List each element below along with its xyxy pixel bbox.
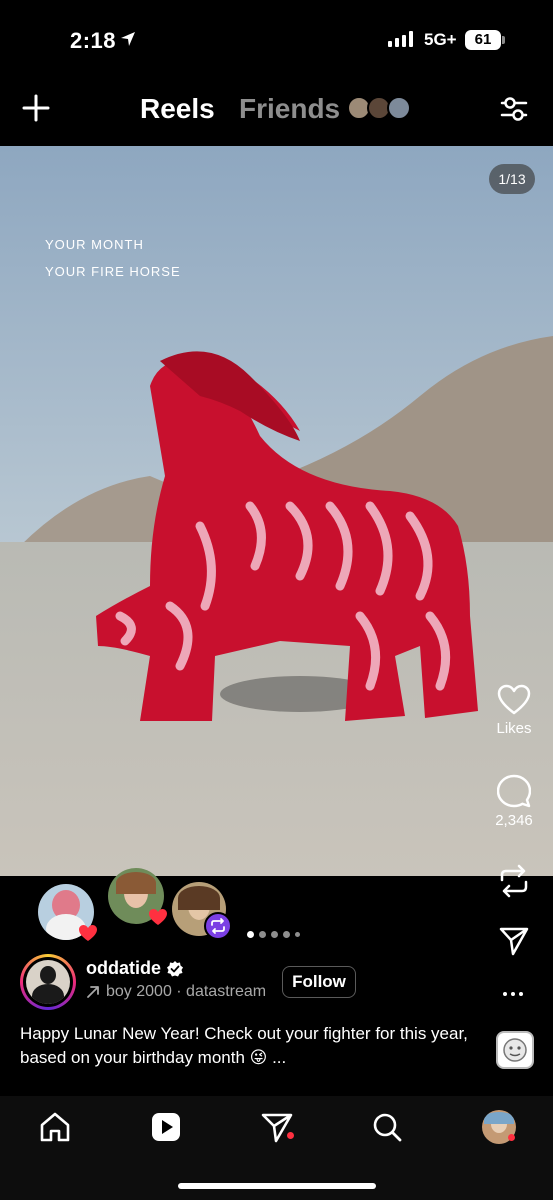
audio-face-icon (503, 1038, 527, 1062)
repost-badge-icon (204, 912, 232, 940)
repost-button[interactable] (484, 864, 544, 898)
trending-arrow-icon (87, 986, 99, 998)
likes-label: Likes (496, 720, 532, 737)
author-username[interactable]: oddatide (86, 958, 161, 979)
location-arrow-icon (121, 32, 135, 46)
follow-button[interactable]: Follow (282, 966, 356, 998)
heart-icon (497, 684, 531, 715)
messages-notification-dot (287, 1132, 294, 1139)
comment-button[interactable]: 2,346 (484, 774, 544, 829)
more-options-icon[interactable] (503, 992, 523, 996)
send-icon (499, 927, 529, 956)
author-avatar[interactable] (20, 954, 76, 1010)
reels-header: Reels Friends (0, 80, 553, 146)
friends-avatars[interactable] (347, 96, 417, 122)
verified-badge-icon (167, 961, 183, 977)
reel-media[interactable]: YOUR MONTH YOUR FIRE HORSE 1/13 (0, 146, 553, 876)
reels-icon[interactable] (149, 1110, 183, 1144)
carousel-dots (247, 931, 300, 938)
fire-horse-image (0, 146, 553, 876)
status-bar: 2:18 5G+ 61 (0, 0, 553, 80)
share-button[interactable] (484, 926, 544, 956)
tab-friends[interactable]: Friends (239, 93, 340, 125)
search-icon[interactable] (370, 1110, 404, 1144)
repost-icon (500, 864, 528, 898)
post-caption[interactable]: Happy Lunar New Year! Check out your fig… (20, 1022, 470, 1070)
home-icon[interactable] (38, 1110, 72, 1144)
battery-icon: 61 (465, 30, 501, 50)
audio-sticker-icon[interactable] (496, 1031, 534, 1069)
comment-icon (497, 774, 531, 808)
filter-icon[interactable] (498, 93, 530, 125)
plus-icon[interactable] (22, 94, 50, 122)
comments-count: 2,346 (495, 812, 533, 829)
carousel-counter: 1/13 (489, 164, 535, 194)
battery-tip (502, 36, 505, 44)
heart-badge-icon (79, 925, 97, 941)
audio-attribution[interactable]: boy 2000 · datastream (86, 983, 266, 1001)
heart-badge-icon (149, 909, 167, 925)
overlay-text-line2: YOUR FIRE HORSE (45, 264, 181, 279)
friend-avatar (387, 96, 411, 120)
signal-icon (388, 31, 413, 47)
profile-notification-dot (508, 1134, 515, 1141)
status-time: 2:18 (70, 28, 117, 53)
overlay-text-line1: YOUR MONTH (45, 237, 144, 252)
tab-reels[interactable]: Reels (140, 93, 215, 125)
home-indicator (178, 1183, 376, 1189)
like-button[interactable]: Likes (484, 684, 544, 737)
audio-label: boy 2000 · datastream (106, 983, 267, 1000)
network-type: 5G+ (424, 30, 457, 49)
